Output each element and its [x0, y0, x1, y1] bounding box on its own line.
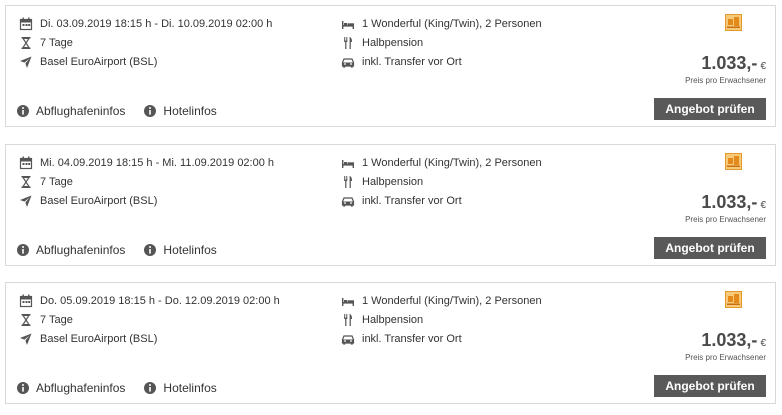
info-icon — [16, 104, 30, 118]
price-currency: € — [760, 338, 766, 349]
date-row: Do. 05.09.2019 18:15 h - Do. 12.09.2019 … — [19, 293, 280, 309]
duration: 7 Tage — [40, 176, 73, 188]
check-offer-button[interactable]: Angebot prüfen — [654, 98, 766, 120]
offer-card: Mi. 04.09.2019 18:15 h - Mi. 11.09.2019 … — [5, 144, 776, 266]
room-row: 1 Wonderful (King/Twin), 2 Personen — [341, 155, 542, 171]
price-currency: € — [760, 200, 766, 211]
tour-operator-logo — [725, 153, 742, 170]
info-links: Abflughafeninfos Hotelinfos — [16, 243, 235, 257]
car-icon — [341, 332, 355, 346]
board-row: Halbpension — [341, 35, 423, 51]
cutlery-icon — [341, 313, 355, 327]
info-icon — [143, 381, 157, 395]
airport-info-link[interactable]: Abflughafeninfos — [16, 104, 125, 118]
price-block: 1.033,- € Preis pro Erwachsener — [685, 330, 766, 362]
airplane-icon — [19, 332, 33, 346]
transfer-row: inkl. Transfer vor Ort — [341, 331, 462, 347]
date-range: Mi. 04.09.2019 18:15 h - Mi. 11.09.2019 … — [40, 157, 275, 169]
date-row: Mi. 04.09.2019 18:15 h - Mi. 11.09.2019 … — [19, 155, 274, 171]
board-type: Halbpension — [362, 37, 424, 49]
hourglass-icon — [19, 313, 33, 327]
airport-row: Basel EuroAirport (BSL) — [19, 193, 157, 209]
airport-info-link[interactable]: Abflughafeninfos — [16, 243, 125, 257]
room-description: 1 Wonderful (King/Twin), 2 Personen — [362, 18, 542, 30]
board-type: Halbpension — [362, 314, 424, 326]
hotel-info-label: Hotelinfos — [163, 243, 217, 257]
price-note: Preis pro Erwachsener — [685, 76, 766, 85]
hotel-info-label: Hotelinfos — [163, 104, 217, 118]
airport-row: Basel EuroAirport (BSL) — [19, 54, 157, 70]
price-amount: 1.033,- — [701, 192, 758, 212]
room-row: 1 Wonderful (King/Twin), 2 Personen — [341, 293, 542, 309]
duration-row: 7 Tage — [19, 312, 73, 328]
transfer-info: inkl. Transfer vor Ort — [362, 56, 462, 68]
calendar-icon — [19, 17, 33, 31]
room-description: 1 Wonderful (King/Twin), 2 Personen — [362, 295, 542, 307]
info-links: Abflughafeninfos Hotelinfos — [16, 381, 235, 395]
departure-airport: Basel EuroAirport (BSL) — [40, 195, 158, 207]
duration-row: 7 Tage — [19, 35, 73, 51]
bed-icon — [341, 17, 355, 31]
car-icon — [341, 194, 355, 208]
tour-operator-logo — [725, 291, 742, 308]
offer-card: Di. 03.09.2019 18:15 h - Di. 10.09.2019 … — [5, 5, 776, 127]
info-icon — [16, 381, 30, 395]
airplane-icon — [19, 194, 33, 208]
info-icon — [16, 243, 30, 257]
price-block: 1.033,- € Preis pro Erwachsener — [685, 53, 766, 85]
car-icon — [341, 55, 355, 69]
check-offer-button[interactable]: Angebot prüfen — [654, 375, 766, 397]
info-links: Abflughafeninfos Hotelinfos — [16, 104, 235, 118]
transfer-info: inkl. Transfer vor Ort — [362, 333, 462, 345]
airport-info-label: Abflughafeninfos — [36, 381, 126, 395]
duration-row: 7 Tage — [19, 174, 73, 190]
bed-icon — [341, 294, 355, 308]
cutlery-icon — [341, 36, 355, 50]
hotel-info-link[interactable]: Hotelinfos — [143, 381, 217, 395]
hourglass-icon — [19, 175, 33, 189]
price-note: Preis pro Erwachsener — [685, 215, 766, 224]
calendar-icon — [19, 156, 33, 170]
airplane-icon — [19, 55, 33, 69]
hotel-info-link[interactable]: Hotelinfos — [143, 243, 217, 257]
date-range: Do. 05.09.2019 18:15 h - Do. 12.09.2019 … — [40, 295, 280, 307]
hourglass-icon — [19, 36, 33, 50]
airport-row: Basel EuroAirport (BSL) — [19, 331, 157, 347]
airport-info-label: Abflughafeninfos — [36, 104, 126, 118]
price-amount: 1.033,- — [701, 330, 758, 350]
bed-icon — [341, 156, 355, 170]
departure-airport: Basel EuroAirport (BSL) — [40, 56, 158, 68]
calendar-icon — [19, 294, 33, 308]
tour-operator-logo — [725, 14, 742, 31]
transfer-info: inkl. Transfer vor Ort — [362, 195, 462, 207]
check-offer-button[interactable]: Angebot prüfen — [654, 237, 766, 259]
board-row: Halbpension — [341, 312, 423, 328]
offer-list: Di. 03.09.2019 18:15 h - Di. 10.09.2019 … — [0, 0, 782, 415]
offer-card: Do. 05.09.2019 18:15 h - Do. 12.09.2019 … — [5, 282, 776, 404]
transfer-row: inkl. Transfer vor Ort — [341, 193, 462, 209]
board-type: Halbpension — [362, 176, 424, 188]
info-icon — [143, 243, 157, 257]
date-range: Di. 03.09.2019 18:15 h - Di. 10.09.2019 … — [40, 18, 273, 30]
date-row: Di. 03.09.2019 18:15 h - Di. 10.09.2019 … — [19, 16, 272, 32]
room-description: 1 Wonderful (King/Twin), 2 Personen — [362, 157, 542, 169]
transfer-row: inkl. Transfer vor Ort — [341, 54, 462, 70]
price-note: Preis pro Erwachsener — [685, 353, 766, 362]
airport-info-link[interactable]: Abflughafeninfos — [16, 381, 125, 395]
price-block: 1.033,- € Preis pro Erwachsener — [685, 192, 766, 224]
airport-info-label: Abflughafeninfos — [36, 243, 126, 257]
hotel-info-link[interactable]: Hotelinfos — [143, 104, 217, 118]
duration: 7 Tage — [40, 37, 73, 49]
price-amount: 1.033,- — [701, 53, 758, 73]
cutlery-icon — [341, 175, 355, 189]
departure-airport: Basel EuroAirport (BSL) — [40, 333, 158, 345]
room-row: 1 Wonderful (King/Twin), 2 Personen — [341, 16, 542, 32]
board-row: Halbpension — [341, 174, 423, 190]
info-icon — [143, 104, 157, 118]
duration: 7 Tage — [40, 314, 73, 326]
price-currency: € — [760, 61, 766, 72]
hotel-info-label: Hotelinfos — [163, 381, 217, 395]
